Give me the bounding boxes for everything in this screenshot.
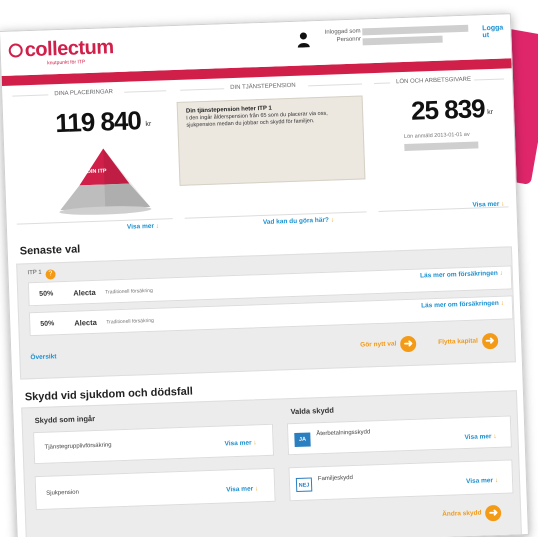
move-capital-button[interactable]: Flytta kapital ➜ xyxy=(438,332,499,352)
included-item-label: Sjukpension xyxy=(46,489,80,497)
divider xyxy=(474,78,505,81)
included-protection-title: Skydd som ingår xyxy=(34,413,96,426)
what-can-you-do-link[interactable]: Vad kan du göra här? ↓ xyxy=(263,217,334,226)
read-more-label: Läs mer om försäkringen xyxy=(421,299,499,310)
divider xyxy=(180,88,225,91)
selected-protection-title: Valda skydd xyxy=(290,405,334,417)
arrow-down-icon: ↓ xyxy=(253,439,257,447)
employer-redacted xyxy=(404,141,479,152)
plan-name: ITP 1 xyxy=(27,269,42,277)
included-more-label: Visa mer xyxy=(224,439,252,448)
pyramid-label: DIN ITP xyxy=(86,168,107,176)
placements-unit: kr xyxy=(145,120,152,129)
read-more-label: Läs mer om försäkringen xyxy=(419,269,498,280)
collectum-page: collectum knutpunkt för ITP Inloggad som… xyxy=(0,13,529,537)
arrow-down-icon: ↓ xyxy=(254,485,259,493)
new-choice-button[interactable]: Gör nytt val ➜ xyxy=(360,335,417,355)
included-more-link[interactable]: Visa mer ↓ xyxy=(224,439,256,447)
protection-title: Skydd vid sjukdom och dödsfall xyxy=(24,385,194,404)
selected-more-link[interactable]: Visa mer ↓ xyxy=(466,477,498,485)
included-more-link[interactable]: Visa mer ↓ xyxy=(226,485,258,493)
included-item: Tjänstegrupplivförsäkring Visa mer ↓ xyxy=(33,423,275,465)
arrow-down-icon: ↓ xyxy=(499,269,503,277)
allocation-company: Alecta xyxy=(73,287,96,298)
logo-text: collectum xyxy=(24,36,114,62)
pyramid-graphic xyxy=(59,148,152,215)
arrow-right-icon: ➜ xyxy=(485,504,502,522)
selected-more-link[interactable]: Visa mer ↓ xyxy=(464,433,496,441)
user-name-redacted xyxy=(362,24,469,36)
included-more-label: Visa mer xyxy=(226,485,254,494)
arrow-right-icon: ➜ xyxy=(400,335,417,353)
login-labels: Inloggad som Personnr xyxy=(322,27,361,44)
placements-more-label: Visa mer xyxy=(126,222,155,231)
salary-reported-text: Lön anmäld 2013-01-01 av xyxy=(403,131,470,141)
included-item: Sjukpension Visa mer ↓ xyxy=(34,467,276,511)
placements-value: 119 840 xyxy=(54,105,142,139)
arrow-down-icon: ↓ xyxy=(155,222,160,230)
allocation-percent: 50% xyxy=(40,320,55,328)
yes-badge: JA xyxy=(294,432,311,448)
included-item-label: Tjänstegrupplivförsäkring xyxy=(44,442,112,451)
arrow-down-icon: ↓ xyxy=(330,216,335,224)
arrow-down-icon: ↓ xyxy=(493,432,497,441)
allocation-company: Alecta xyxy=(74,317,97,328)
no-badge: NEJ xyxy=(295,477,313,492)
itp-info-note: Din tjänstepension heter ITP 1 I den ing… xyxy=(176,95,366,186)
what-can-you-do-label: Vad kan du göra här? xyxy=(262,216,330,226)
logo-ring-icon xyxy=(8,43,23,58)
logo-tagline: knutpunkt för ITP xyxy=(47,59,86,67)
collectum-logo[interactable]: collectum xyxy=(8,36,114,63)
arrow-down-icon: ↓ xyxy=(501,200,505,208)
selected-item: NEJ Familjeskydd Visa mer ↓ xyxy=(288,459,514,502)
salary-value: 25 839 xyxy=(410,93,486,126)
allocation-kind: Traditionell försäkring xyxy=(105,287,153,296)
change-protection-label: Ändra skydd xyxy=(442,509,482,519)
salary-more-label: Visa mer xyxy=(472,200,500,209)
change-protection-button[interactable]: Ändra skydd ➜ xyxy=(442,504,502,524)
personnr-label: Personnr xyxy=(336,36,362,44)
salary-unit: kr xyxy=(487,108,494,117)
summary-section: DINA PLACERINGAR 119 840 kr DIN ITP Visa… xyxy=(2,68,517,236)
divider xyxy=(12,94,49,97)
read-more-insurance-link[interactable]: Läs mer om försäkringen ↓ xyxy=(421,300,504,310)
user-icon xyxy=(297,32,310,48)
divider xyxy=(124,90,167,93)
protection-panel: Skydd som ingår Valda skydd Tjänstegrupp… xyxy=(21,390,523,537)
plan-label: ITP 1 ? xyxy=(27,269,56,280)
latest-choice-panel: ITP 1 ? 50% Alecta Traditionell försäkri… xyxy=(16,246,516,380)
salary-title: LÖN OCH ARBETSGIVARE xyxy=(395,76,472,86)
divider xyxy=(308,83,363,87)
info-icon[interactable]: ? xyxy=(45,269,56,280)
overview-link[interactable]: Översikt xyxy=(30,353,56,361)
new-choice-label: Gör nytt val xyxy=(360,340,397,349)
logout-link[interactable]: Logga ut xyxy=(482,24,510,39)
move-capital-label: Flytta kapital xyxy=(438,337,479,347)
placements-more-link[interactable]: Visa mer ↓ xyxy=(127,223,159,231)
selected-item: JA Återbetalningsskydd Visa mer ↓ xyxy=(286,415,512,456)
salary-more-link[interactable]: Visa mer ↓ xyxy=(472,201,504,209)
allocation-percent: 50% xyxy=(39,290,54,298)
latest-choice-title: Senaste val xyxy=(19,243,81,258)
allocation-kind: Traditionell försäkring xyxy=(106,317,154,326)
personnr-redacted xyxy=(362,35,443,46)
placements-title: DINA PLACERINGAR xyxy=(54,89,114,98)
selected-more-label: Visa mer xyxy=(464,433,492,442)
arrow-right-icon: ➜ xyxy=(481,332,499,350)
pension-title: DIN TJÄNSTEPENSION xyxy=(230,82,296,92)
arrow-down-icon: ↓ xyxy=(494,476,499,485)
arrow-down-icon: ↓ xyxy=(500,299,504,307)
selected-more-label: Visa mer xyxy=(465,477,494,486)
selected-item-label: Återbetalningsskydd xyxy=(316,429,371,438)
divider xyxy=(374,82,391,85)
selected-item-label: Familjeskydd xyxy=(317,475,353,483)
read-more-insurance-link[interactable]: Läs mer om försäkringen ↓ xyxy=(420,270,503,280)
